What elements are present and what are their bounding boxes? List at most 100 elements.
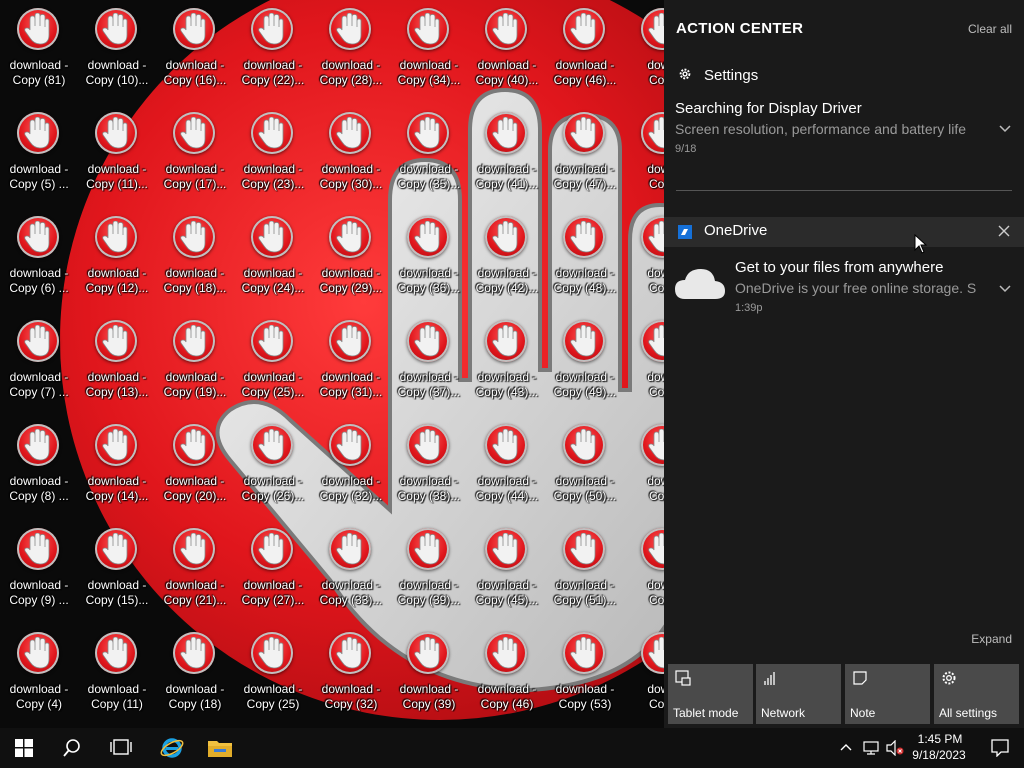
- desktop-file-icon[interactable]: download - Copy (6) ...: [0, 208, 78, 308]
- onedrive-app-name: OneDrive: [704, 222, 768, 239]
- stop-hand-icon: [95, 528, 137, 570]
- network-tile[interactable]: Network: [756, 664, 841, 724]
- volume-muted-icon[interactable]: [886, 740, 904, 756]
- desktop-file-icon[interactable]: download - Copy (11)...: [78, 104, 156, 204]
- desktop-file-label: download - Copy (21)...: [163, 578, 227, 607]
- desktop-file-icon[interactable]: download - Copy (4): [0, 624, 78, 724]
- desktop-file-icon[interactable]: download - Copy (25)...: [234, 312, 312, 412]
- desktop-file-icon[interactable]: downlCopy: [624, 208, 664, 308]
- desktop-file-icon[interactable]: download - Copy (18): [156, 624, 234, 724]
- desktop-file-icon[interactable]: download - Copy (17)...: [156, 104, 234, 204]
- desktop-file-icon[interactable]: download - Copy (11): [78, 624, 156, 724]
- desktop-file-icon[interactable]: download - Copy (30)...: [312, 104, 390, 204]
- desktop-file-icon[interactable]: download - Copy (47)...: [546, 104, 624, 204]
- chevron-down-icon[interactable]: [998, 282, 1012, 296]
- desktop-file-icon[interactable]: download - Copy (9) ...: [0, 520, 78, 620]
- desktop-file-icon[interactable]: downlCopy: [624, 312, 664, 412]
- desktop-file-icon[interactable]: download - Copy (14)...: [78, 416, 156, 516]
- settings-notification[interactable]: Searching for Display Driver Screen reso…: [664, 96, 1024, 160]
- desktop-file-icon[interactable]: download - Copy (23)...: [234, 104, 312, 204]
- desktop-file-icon[interactable]: download - Copy (81): [0, 0, 78, 100]
- internet-explorer-button[interactable]: [148, 728, 196, 768]
- all-settings-tile[interactable]: All settings: [934, 664, 1019, 724]
- desktop-file-icon[interactable]: download - Copy (53): [546, 624, 624, 724]
- desktop-file-icon[interactable]: download - Copy (38)...: [390, 416, 468, 516]
- task-view-button[interactable]: [96, 728, 144, 768]
- stop-hand-icon: [407, 216, 449, 258]
- desktop-file-icon[interactable]: download - Copy (34)...: [390, 0, 468, 100]
- stop-hand-icon: [329, 528, 371, 570]
- search-button[interactable]: [48, 728, 96, 768]
- desktop-file-icon[interactable]: download - Copy (46)...: [546, 0, 624, 100]
- desktop-file-icon[interactable]: download - Copy (39)...: [390, 520, 468, 620]
- desktop-file-icon[interactable]: download - Copy (36)...: [390, 208, 468, 308]
- file-explorer-button[interactable]: [196, 728, 244, 768]
- start-button[interactable]: [0, 728, 48, 768]
- note-tile[interactable]: Note: [845, 664, 930, 724]
- desktop-file-icon[interactable]: downlCopy: [624, 416, 664, 516]
- desktop-file-icon[interactable]: download - Copy (15)...: [78, 520, 156, 620]
- desktop-file-icon[interactable]: download - Copy (40)...: [468, 0, 546, 100]
- desktop-file-label: downlCopy: [647, 58, 664, 87]
- desktop-file-label: download - Copy (19)...: [163, 370, 227, 399]
- action-center-button[interactable]: [976, 728, 1024, 768]
- clock-time[interactable]: 1:45 PM: [912, 732, 968, 747]
- desktop-file-icon[interactable]: download - Copy (45)...: [468, 520, 546, 620]
- desktop-file-label: download - Copy (8) ...: [9, 474, 69, 503]
- desktop-file-icon[interactable]: download - Copy (16)...: [156, 0, 234, 100]
- stop-hand-icon: [563, 528, 605, 570]
- desktop-file-icon[interactable]: download - Copy (18)...: [156, 208, 234, 308]
- clock-date[interactable]: 9/18/2023: [906, 748, 972, 763]
- close-icon[interactable]: [998, 225, 1010, 237]
- settings-group-header[interactable]: Settings: [676, 62, 1012, 92]
- desktop-file-label: download - Copy (40)...: [475, 58, 539, 87]
- expand-link[interactable]: Expand: [971, 632, 1012, 646]
- desktop-file-icon[interactable]: download - Copy (50)...: [546, 416, 624, 516]
- desktop-file-icon[interactable]: download - Copy (41)...: [468, 104, 546, 204]
- clear-all-link[interactable]: Clear all: [968, 22, 1012, 36]
- desktop-file-icon[interactable]: download - Copy (20)...: [156, 416, 234, 516]
- desktop-file-icon[interactable]: download - Copy (32)...: [312, 416, 390, 516]
- desktop-file-icon[interactable]: download - Copy (33)...: [312, 520, 390, 620]
- chevron-up-icon[interactable]: [840, 742, 852, 752]
- desktop-file-icon[interactable]: downlCopy: [624, 104, 664, 204]
- desktop-file-icon[interactable]: download - Copy (37)...: [390, 312, 468, 412]
- desktop-file-icon[interactable]: download - Copy (46): [468, 624, 546, 724]
- desktop-file-icon[interactable]: download - Copy (27)...: [234, 520, 312, 620]
- stop-hand-icon: [95, 424, 137, 466]
- desktop-file-icon[interactable]: download - Copy (31)...: [312, 312, 390, 412]
- desktop-file-icon[interactable]: download - Copy (5) ...: [0, 104, 78, 204]
- desktop-file-icon[interactable]: download - Copy (26)...: [234, 416, 312, 516]
- desktop-file-icon[interactable]: downlCopy: [624, 520, 664, 620]
- desktop-file-label: download - Copy (7) ...: [9, 370, 69, 399]
- desktop-file-icon[interactable]: download - Copy (28)...: [312, 0, 390, 100]
- onedrive-group-header[interactable]: OneDrive: [664, 217, 1024, 247]
- desktop-file-icon[interactable]: download - Copy (8) ...: [0, 416, 78, 516]
- desktop-file-icon[interactable]: download - Copy (22)...: [234, 0, 312, 100]
- desktop-file-icon[interactable]: download - Copy (29)...: [312, 208, 390, 308]
- onedrive-notification[interactable]: Get to your files from anywhere OneDrive…: [664, 255, 1024, 321]
- desktop-file-icon[interactable]: downlCopy: [624, 0, 664, 100]
- desktop-file-label: download - Copy (37)...: [397, 370, 461, 399]
- network-tray-icon[interactable]: [863, 740, 879, 756]
- desktop-file-icon[interactable]: download - Copy (35)...: [390, 104, 468, 204]
- desktop-file-icon[interactable]: download - Copy (44)...: [468, 416, 546, 516]
- desktop-file-icon[interactable]: download - Copy (25): [234, 624, 312, 724]
- desktop-file-icon[interactable]: download - Copy (7) ...: [0, 312, 78, 412]
- desktop-file-icon[interactable]: download - Copy (21)...: [156, 520, 234, 620]
- desktop-file-icon[interactable]: download - Copy (12)...: [78, 208, 156, 308]
- desktop-file-icon[interactable]: download - Copy (49)...: [546, 312, 624, 412]
- chevron-down-icon[interactable]: [998, 122, 1012, 136]
- desktop-file-icon[interactable]: downlCopy: [624, 624, 664, 724]
- desktop-file-icon[interactable]: download - Copy (43)...: [468, 312, 546, 412]
- tablet-mode-tile[interactable]: Tablet mode: [668, 664, 753, 724]
- desktop-file-icon[interactable]: download - Copy (10)...: [78, 0, 156, 100]
- desktop-file-icon[interactable]: download - Copy (32): [312, 624, 390, 724]
- desktop-file-icon[interactable]: download - Copy (13)...: [78, 312, 156, 412]
- desktop-file-icon[interactable]: download - Copy (39): [390, 624, 468, 724]
- desktop-file-icon[interactable]: download - Copy (48)...: [546, 208, 624, 308]
- desktop-file-icon[interactable]: download - Copy (42)...: [468, 208, 546, 308]
- desktop-file-icon[interactable]: download - Copy (19)...: [156, 312, 234, 412]
- desktop-file-icon[interactable]: download - Copy (24)...: [234, 208, 312, 308]
- desktop-file-icon[interactable]: download - Copy (51)...: [546, 520, 624, 620]
